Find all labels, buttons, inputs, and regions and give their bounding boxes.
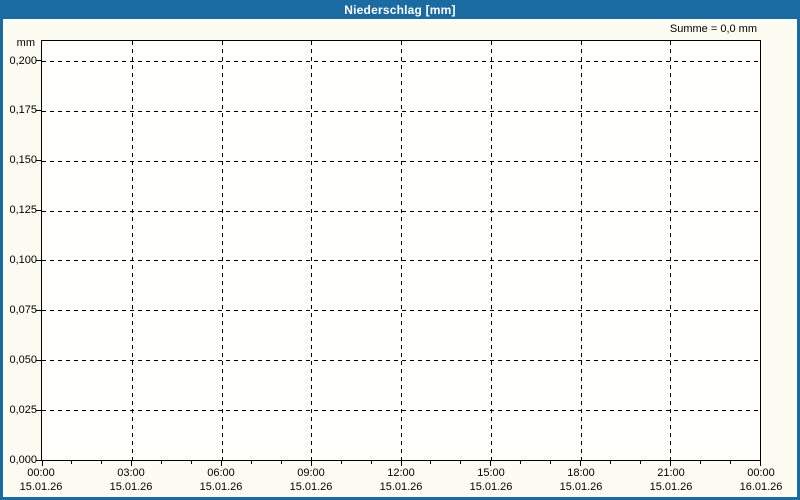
x-axis-tick-minor [191, 461, 193, 464]
x-axis-tick-minor [639, 461, 641, 464]
y-axis-tick [36, 359, 41, 361]
x-tick-date: 16.01.26 [739, 481, 783, 493]
x-axis-tick-minor [161, 461, 163, 464]
y-tick-label: 0,175 [9, 104, 37, 117]
x-tick-date: 15.01.26 [559, 481, 603, 493]
y-tick-label: 0,150 [9, 154, 37, 167]
x-tick-label: 00:00 15.01.26 [0, 467, 86, 494]
y-tick-label: 0,125 [9, 204, 37, 217]
x-tick-time: 00:00 [27, 467, 55, 479]
x-axis-tick-minor [520, 461, 522, 464]
x-tick-date: 15.01.26 [199, 481, 243, 493]
x-tick-date: 15.01.26 [649, 481, 693, 493]
x-axis-tick-minor [250, 461, 252, 464]
x-axis-tick-major [221, 461, 222, 466]
x-tick-label: 09:00 15.01.26 [266, 467, 356, 494]
x-axis-tick-minor [609, 461, 611, 464]
y-axis-unit: mm [16, 37, 35, 49]
x-axis-tick-minor [340, 461, 342, 464]
x-tick-date: 15.01.26 [469, 481, 513, 493]
x-gridline [490, 41, 492, 460]
x-axis-tick-minor [550, 461, 552, 464]
chart-window: Niederschlag [mm] Summe = 0,0 mm mm 0,20… [0, 0, 800, 500]
x-axis-tick-minor [280, 461, 282, 464]
x-axis-tick-major [490, 461, 492, 466]
x-tick-time: 00:00 [747, 467, 775, 479]
x-axis-tick-minor [699, 461, 701, 464]
x-tick-date: 15.01.26 [109, 481, 153, 493]
x-axis-tick-major [131, 461, 133, 466]
y-axis-tick [36, 160, 41, 162]
chart-body: Summe = 0,0 mm mm 0,200 0,175 0,150 0,125 0,… [3, 19, 797, 497]
x-axis-tick-major [310, 461, 312, 466]
x-tick-time: 06:00 [207, 467, 235, 479]
x-tick-label: 12:00 15.01.26 [356, 467, 446, 494]
x-axis-labels: 00:00 15.01.26 03:00 15.01.26 06:00 15.01.26 0… [20, 467, 783, 497]
x-axis-tick-major [669, 461, 671, 466]
x-tick-date: 15.01.26 [289, 481, 333, 493]
y-axis-tick [36, 110, 41, 112]
chart-title: Niederschlag [mm] [344, 2, 456, 17]
x-tick-label: 18:00 15.01.26 [536, 467, 626, 494]
x-tick-label: 03:00 15.01.26 [86, 467, 176, 494]
y-tick-label: 0,025 [9, 403, 37, 416]
x-gridline [580, 41, 582, 460]
x-axis-tick-minor [430, 461, 432, 464]
x-tick-label: 21:00 15.01.26 [626, 467, 716, 494]
x-tick-label: 00:00 16.01.26 [716, 467, 800, 494]
x-gridline [401, 41, 402, 460]
x-axis-tick-major [759, 461, 761, 466]
x-tick-date: 15.01.26 [19, 481, 63, 493]
chart-titlebar: Niederschlag [mm] [0, 0, 800, 19]
x-tick-time: 21:00 [657, 467, 685, 479]
x-tick-time: 18:00 [567, 467, 595, 479]
y-tick-label: 0,075 [9, 303, 37, 316]
x-axis-tick-minor [71, 461, 73, 464]
y-axis-tick [36, 210, 41, 212]
x-axis-tick-major [400, 461, 402, 466]
y-tick-label: 0,200 [9, 54, 37, 67]
x-tick-time: 12:00 [387, 467, 415, 479]
x-tick-label: 06:00 15.01.26 [176, 467, 266, 494]
x-tick-time: 03:00 [117, 467, 145, 479]
y-axis-tick [36, 60, 41, 62]
x-tick-date: 15.01.26 [379, 481, 423, 493]
x-gridline [221, 41, 223, 460]
x-tick-label: 15:00 15.01.26 [446, 467, 536, 494]
x-gridline [131, 41, 133, 460]
y-axis-tick [36, 459, 41, 461]
y-axis-labels: mm 0,200 0,175 0,150 0,125 0,100 0,075 0,050 0,… [3, 19, 37, 497]
y-tick-label: 0,000 [9, 453, 37, 466]
y-axis-tick [36, 309, 41, 311]
y-tick-label: 0,050 [9, 353, 37, 366]
plot-area [36, 40, 761, 466]
x-axis-tick-minor [101, 461, 103, 464]
x-tick-time: 15:00 [477, 467, 505, 479]
x-axis-tick-minor [460, 461, 462, 464]
sum-label: Summe = 0,0 mm [669, 23, 757, 35]
x-axis-tick-minor [729, 461, 731, 464]
x-axis-tick-minor [370, 461, 372, 464]
x-axis-tick-major [580, 461, 581, 466]
x-gridline [311, 41, 313, 460]
y-axis-tick [36, 409, 41, 411]
x-axis-tick-major [41, 461, 43, 466]
x-gridline [670, 41, 672, 460]
y-axis-tick [36, 259, 41, 261]
y-tick-label: 0,100 [9, 254, 37, 266]
x-tick-time: 09:00 [297, 467, 325, 479]
